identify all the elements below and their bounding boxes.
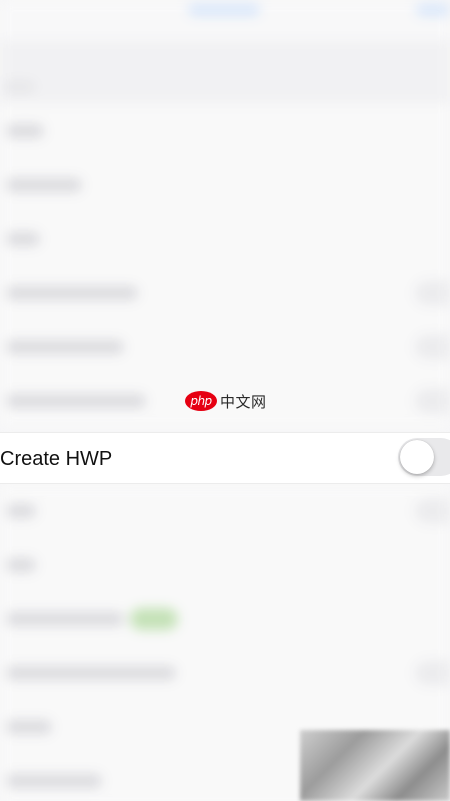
nav-title (188, 4, 260, 16)
watermark-logo-text: php (190, 394, 212, 408)
blurred-row-1[interactable] (0, 104, 450, 159)
nav-bar (0, 0, 450, 40)
create-hwp-toggle[interactable] (398, 438, 450, 476)
blurred-row-8[interactable] (0, 538, 450, 593)
watermark-site-text: 中文网 (220, 392, 267, 411)
toggle-knob[interactable] (400, 440, 434, 474)
create-hwp-label: Create HWP (0, 448, 113, 470)
blurred-row-9[interactable] (0, 592, 450, 647)
blurred-row-2[interactable] (0, 158, 450, 213)
blurred-row-4[interactable] (0, 266, 450, 321)
section-header-label (4, 82, 34, 92)
php-logo-icon: php (185, 391, 217, 411)
blurred-row-5[interactable] (0, 320, 450, 375)
create-hwp-row[interactable]: Create HWP (0, 432, 450, 484)
section-header-band (0, 40, 450, 104)
blurred-thumbnail-image (300, 730, 450, 801)
watermark: php 中文网 (185, 389, 267, 413)
settings-screen: php 中文网 Create HWP (0, 0, 450, 801)
blurred-row-7[interactable] (0, 484, 450, 539)
blurred-row-10[interactable] (0, 646, 450, 701)
blurred-row-3[interactable] (0, 212, 450, 267)
badge (130, 608, 178, 630)
nav-action-button[interactable] (416, 4, 450, 16)
